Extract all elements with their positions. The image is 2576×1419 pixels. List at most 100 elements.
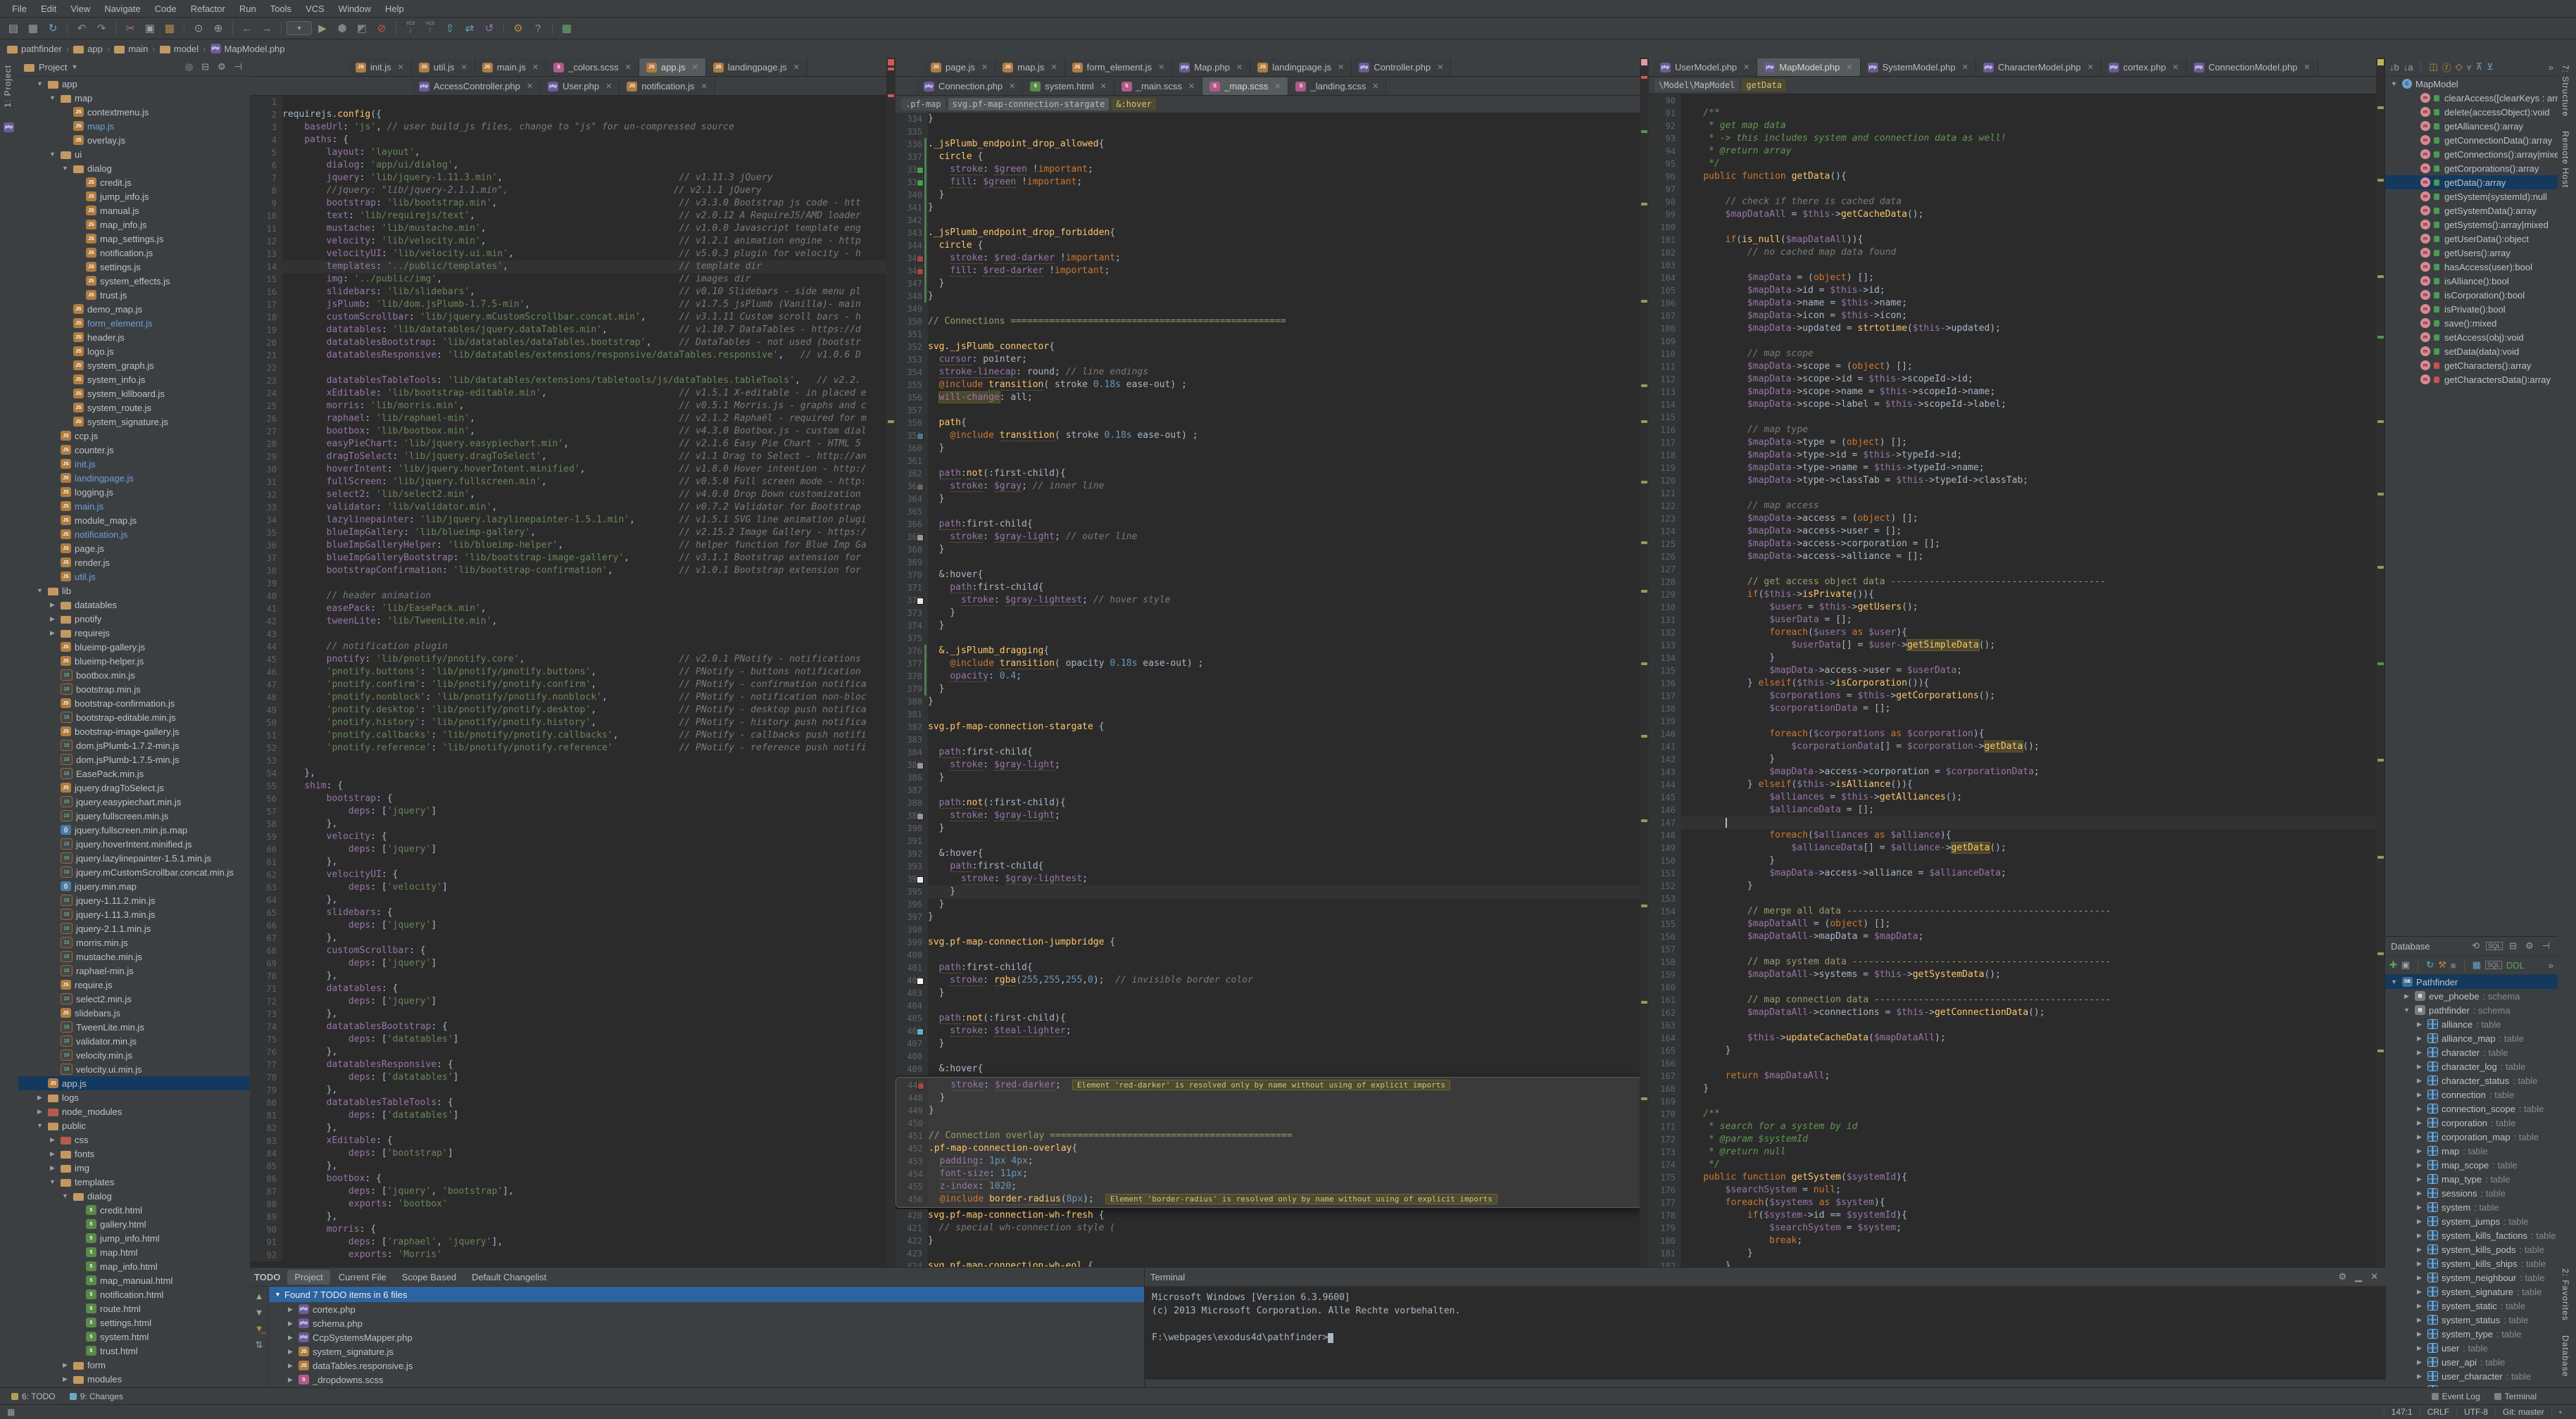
close-icon[interactable]: ✕ <box>398 63 404 72</box>
database-item[interactable]: ▶system_static: table <box>2385 1299 2558 1313</box>
structure-item[interactable]: mgetUserData():object <box>2385 232 2558 246</box>
code-line[interactable]: 451// Connection overlay ===============… <box>896 1130 1641 1142</box>
code-line[interactable]: 82 }, <box>250 1122 896 1135</box>
code-line[interactable]: 394 stroke: $gray-lightest; <box>896 873 1649 885</box>
structure-item[interactable]: mgetSystems():array|mixed <box>2385 217 2558 232</box>
code-line[interactable]: 375 <box>896 632 1649 645</box>
code-line[interactable]: 46 'pnotify.buttons': 'lib/pnotify/pnoti… <box>250 666 896 679</box>
close-icon[interactable]: ✕ <box>1338 63 1344 72</box>
menu-refactor[interactable]: Refactor <box>184 1 232 16</box>
tree-item[interactable]: JSblueimp-helper.js <box>18 654 250 668</box>
tree-item[interactable]: 10EasePack.min.js <box>18 767 250 781</box>
error-stripe[interactable] <box>1640 58 1649 1267</box>
tree-item[interactable]: JSmain.js <box>18 499 250 513</box>
tree-item[interactable]: JSlogo.js <box>18 344 250 358</box>
expand-icon[interactable]: ▶ <box>48 1136 57 1144</box>
code-line[interactable]: 349 <box>896 303 1649 315</box>
code-line[interactable]: 45 pnotify: 'lib/pnotify/pnotify.core', … <box>250 653 896 666</box>
tool-window-button-remote-host[interactable]: Remote Host <box>2558 124 2573 195</box>
tree-item[interactable]: JSmap_settings.js <box>18 232 250 246</box>
code-line[interactable]: 95 */ <box>1649 158 2385 170</box>
stop-icon[interactable]: ⊘ <box>372 20 391 37</box>
code-line[interactable]: 422} <box>896 1235 1649 1247</box>
tree-item[interactable]: ▼app <box>18 77 250 91</box>
code-line[interactable]: 174 */ <box>1649 1159 2385 1171</box>
code-line[interactable]: 15 img: '../public/img', // images dir <box>250 273 896 286</box>
tree-item[interactable]: 10morris.min.js <box>18 935 250 950</box>
code-line[interactable]: 379 } <box>896 683 1649 695</box>
editor-tab[interactable]: phpConnectionModel.php✕ <box>2187 58 2318 76</box>
find-usages-icon[interactable]: ⊕ <box>209 20 227 37</box>
expand-icon[interactable]: ▶ <box>286 1348 295 1356</box>
database-item[interactable]: ▶system_kills_ships: table <box>2385 1256 2558 1270</box>
code-line[interactable]: 123 $mapData->access = (object) []; <box>1649 512 2385 525</box>
tree-item[interactable]: 10bootbox.min.js <box>18 668 250 682</box>
code-line[interactable]: 87 deps: ['jquery', 'bootstrap'], <box>250 1185 896 1198</box>
tree-item[interactable]: 5map.html <box>18 1245 250 1259</box>
code-line[interactable]: 20 datatablesBootstrap: 'lib/datatables/… <box>250 336 896 349</box>
expand-icon[interactable]: ▶ <box>286 1376 295 1384</box>
code-line[interactable]: 60 deps: ['jquery'] <box>250 843 896 856</box>
code-line[interactable]: 400 <box>896 949 1649 961</box>
editor-tab[interactable]: S_map.scss✕ <box>1202 77 1288 95</box>
code-line[interactable]: 338 stroke: $green !important; <box>896 163 1649 176</box>
tree-item[interactable]: 10jquery.easypiechart.min.js <box>18 795 250 809</box>
code-line[interactable]: 34 lazylinepainter: 'lib/jquery.lazyline… <box>250 514 896 526</box>
code-line[interactable]: 371 path:first-child{ <box>896 581 1649 594</box>
code-line[interactable]: 453 padding: 1px 4px; <box>896 1155 1641 1168</box>
editor-tab[interactable]: phpAccessController.php✕ <box>412 77 541 95</box>
back-icon[interactable]: ← <box>238 20 256 37</box>
breadcrumb-item[interactable]: pathfinder <box>7 44 62 54</box>
code-line[interactable]: 116 // map type <box>1649 424 2385 436</box>
code-line[interactable]: 80 datatablesTableTools: { <box>250 1097 896 1109</box>
menu-edit[interactable]: Edit <box>34 1 63 16</box>
tree-item[interactable]: JSmanual.js <box>18 203 250 217</box>
code-line[interactable]: 137 $corporations = $this->getCorporatio… <box>1649 690 2385 702</box>
database-item[interactable]: ▶⊞eve_ph​oebe: schema <box>2385 989 2558 1003</box>
code-line[interactable]: 368 } <box>896 543 1649 556</box>
tree-item[interactable]: JSmap_info.js <box>18 217 250 232</box>
code-line[interactable]: 423 <box>896 1247 1649 1260</box>
structure-item[interactable]: msetData(data):void <box>2385 344 2558 358</box>
code-line[interactable]: 104 $mapData = (object) []; <box>1649 272 2385 284</box>
tree-item[interactable]: JSutil.js <box>18 569 250 584</box>
code-line[interactable]: 97 <box>1649 183 2385 196</box>
tree-item[interactable]: ▼lib <box>18 584 250 598</box>
structure-item[interactable]: mgetCharacters():array <box>2385 358 2558 372</box>
database-item[interactable]: ▶connection: table <box>2385 1087 2558 1102</box>
more-icon[interactable]: » <box>2549 960 2553 971</box>
code-editor[interactable]: 334}335336._jsPlumb_endpoint_drop_allowe… <box>896 113 1649 1267</box>
tree-item[interactable]: 10velocity.ui.min.js <box>18 1062 250 1076</box>
synchronize-icon[interactable]: ↻ <box>44 20 62 37</box>
tool-window-button--structure[interactable]: 7: Structure <box>2558 58 2573 124</box>
breadcrumb-chip[interactable]: getData <box>1742 79 1786 92</box>
tree-item[interactable]: 10dom.jsPlumb-1.7.2-min.js <box>18 738 250 752</box>
close-icon[interactable]: ✕ <box>2087 63 2094 72</box>
code-line[interactable]: 139 <box>1649 715 2385 728</box>
tree-item[interactable]: {}jquery.fullscreen.min.js.map <box>18 823 250 837</box>
code-line[interactable]: 387 <box>896 784 1649 797</box>
code-line[interactable]: 154 // merge all data ------------------… <box>1649 905 2385 918</box>
code-line[interactable]: 178 if($system->id == $systemId){ <box>1649 1209 2385 1222</box>
code-line[interactable]: 94 * @return array <box>1649 145 2385 158</box>
code-line[interactable]: 176 $searchSystem = null; <box>1649 1184 2385 1197</box>
close-icon[interactable]: ✕ <box>1236 63 1243 72</box>
todo-file-row[interactable]: ▶phpschema.php <box>269 1316 1144 1330</box>
code-line[interactable]: 16 slidebars: 'lib/slidebars', // v0.10 … <box>250 286 896 298</box>
run-icon[interactable]: ▶ <box>313 20 332 37</box>
code-line[interactable]: 109 <box>1649 335 2385 348</box>
code-line[interactable]: 4 paths: { <box>250 134 896 146</box>
tree-item[interactable]: ▶form <box>18 1358 250 1372</box>
editor-tab[interactable]: phpMapModel.php✕ <box>1757 58 1860 76</box>
code-line[interactable]: 122 // map access <box>1649 500 2385 512</box>
structure-item[interactable]: mclearAccess([clearKeys : array = <box>2385 91 2558 105</box>
code-line[interactable]: 83 xEditable: { <box>250 1135 896 1147</box>
code-line[interactable]: 121 <box>1649 487 2385 500</box>
next-todo-icon[interactable]: ▼ <box>255 1307 264 1318</box>
code-line[interactable]: 406 stroke: $teal-lighter; <box>896 1025 1649 1038</box>
expand-icon[interactable]: ▶ <box>2415 1021 2424 1028</box>
code-line[interactable]: 18 customScrollbar: 'lib/jquery.mCustomS… <box>250 311 896 324</box>
code-line[interactable]: 90 morris: { <box>250 1223 896 1236</box>
code-line[interactable]: 117 $mapData->type = (object) []; <box>1649 436 2385 449</box>
close-icon[interactable]: ✕ <box>793 63 800 72</box>
